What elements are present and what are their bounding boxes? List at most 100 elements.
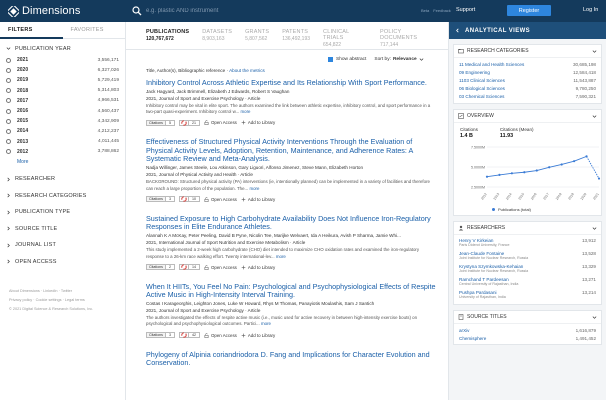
category-name[interactable]: 11 Medical and Health Sciences xyxy=(459,62,524,67)
about-metrics-link[interactable]: About the metrics xyxy=(229,68,265,73)
content-type-tab[interactable]: Grants 5,807,562 xyxy=(245,29,269,49)
add-to-library-button[interactable]: Add to Library xyxy=(241,333,275,338)
content-type-tab[interactable]: Publications 120,767,672 xyxy=(146,29,189,49)
more-link[interactable]: more xyxy=(249,186,259,191)
open-access-button[interactable]: Open Access xyxy=(204,197,237,202)
radio-button[interactable] xyxy=(6,57,11,63)
register-button[interactable]: Register xyxy=(507,5,551,16)
filter-section-header[interactable]: Publication Type xyxy=(0,204,125,221)
tab-favorites[interactable]: Favorites xyxy=(63,22,126,39)
footer-line[interactable]: About Dimensions · LinkedIn · Twitter xyxy=(9,287,119,296)
researcher-row[interactable]: Pushpa Pardasani 13,214 University of Raj… xyxy=(454,288,601,301)
source-row[interactable]: Chemisphere 1,491,452 xyxy=(454,334,601,342)
citation-badge[interactable]: Citations 3 xyxy=(146,332,175,339)
year-filter-row[interactable]: 2013 4,011,445 xyxy=(0,137,125,147)
filter-section-header[interactable]: Open Access xyxy=(0,253,125,270)
year-filter-row[interactable]: 2015 4,342,909 xyxy=(0,116,125,126)
source-name[interactable]: arXiv xyxy=(459,328,469,333)
researcher-row[interactable]: Krystyna Szymkowska-Kehaian 13,329 Joint … xyxy=(454,262,601,275)
search-icon[interactable] xyxy=(132,6,142,16)
filter-section-header[interactable]: Journal List xyxy=(0,237,125,254)
dimensions-logo[interactable]: Dimensions xyxy=(8,5,80,17)
content-type-tab[interactable]: Patents 136,492,193 xyxy=(282,29,310,49)
result-authors[interactable]: Alannah K A McKay, Peter Peeling, David … xyxy=(146,233,436,238)
radio-button[interactable] xyxy=(6,67,11,73)
radio-button[interactable] xyxy=(6,98,11,104)
altmetric-badge[interactable]: 21 xyxy=(178,119,200,126)
result-title[interactable]: Effectiveness of Structured Physical Act… xyxy=(146,138,436,164)
overview-header[interactable]: Overview xyxy=(454,110,601,123)
more-link[interactable]: more xyxy=(240,109,250,114)
year-filter-row[interactable]: 2018 5,314,803 xyxy=(0,86,125,96)
radio-button[interactable] xyxy=(6,88,11,94)
show-abstract-checkbox[interactable] xyxy=(328,57,333,62)
altmetric-badge[interactable]: 42 xyxy=(178,332,200,339)
radio-button[interactable] xyxy=(6,149,11,155)
category-name[interactable]: 06 Biological Sciences xyxy=(459,86,505,91)
filter-section-header[interactable]: Research Categories xyxy=(0,187,125,204)
more-link[interactable]: more xyxy=(261,321,271,326)
publication-year-header[interactable]: Publication Year xyxy=(0,42,125,55)
tab-filters[interactable]: Filters xyxy=(0,22,63,39)
support-link[interactable]: Support xyxy=(456,7,475,13)
year-filter-row[interactable]: 2012 3,788,862 xyxy=(0,147,125,157)
altmetric-badge[interactable]: 14 xyxy=(178,264,200,271)
year-filter-row[interactable]: 2016 4,560,437 xyxy=(0,106,125,116)
radio-button[interactable] xyxy=(6,108,11,114)
filter-section-header[interactable]: Researcher xyxy=(0,171,125,188)
filter-section-header[interactable]: Source Title xyxy=(0,220,125,237)
citation-badge[interactable]: Citations 2 xyxy=(146,264,175,271)
citation-badge[interactable]: Citations 5 xyxy=(146,119,175,126)
radio-button[interactable] xyxy=(6,139,11,145)
category-row[interactable]: 09 Engineering 12,584,418 xyxy=(454,68,601,76)
result-authors[interactable]: Nadja Willinger, James Steele, Lou Atkin… xyxy=(146,165,436,170)
open-access-button[interactable]: Open Access xyxy=(204,333,237,338)
open-access-button[interactable]: Open Access xyxy=(204,120,237,125)
source-row[interactable]: arXiv 1,616,879 xyxy=(454,326,601,334)
radio-button[interactable] xyxy=(6,118,11,124)
result-title[interactable]: Inhibitory Control Across Athletic Exper… xyxy=(146,78,436,88)
researcher-row[interactable]: Henry V Kirkeian 13,912 Paris Diderot Uni… xyxy=(454,236,601,249)
researchers-header[interactable]: Researchers xyxy=(454,222,601,235)
feedback-link[interactable]: Feedback xyxy=(433,8,451,13)
add-to-library-button[interactable]: Add to Library xyxy=(241,265,275,270)
year-filter-row[interactable]: 2019 5,729,419 xyxy=(0,75,125,85)
footer-line[interactable]: Privacy policy · Cookie settings · Legal… xyxy=(9,296,119,305)
result-authors[interactable]: Jack Hagyard, Jack Brimmell, Elizabeth J… xyxy=(146,89,436,94)
category-row[interactable]: 1103 Clinical Sciences 11,543,887 xyxy=(454,76,601,84)
result-title[interactable]: Sustained Exposure to High Carbohydrate … xyxy=(146,214,436,232)
citation-badge[interactable]: Citations 3 xyxy=(146,196,175,203)
add-to-library-button[interactable]: Add to Library xyxy=(241,120,275,125)
year-filter-row[interactable]: 2020 6,327,026 xyxy=(0,65,125,75)
altmetric-badge[interactable]: 10 xyxy=(178,196,200,203)
result-authors[interactable]: Costas I Karageorghis, Leighton Jones, L… xyxy=(146,301,436,306)
more-years-link[interactable]: More xyxy=(0,159,125,165)
category-row[interactable]: 11 Medical and Health Sciences 30,685,198 xyxy=(454,60,601,68)
research-categories-header[interactable]: Research Categories xyxy=(454,45,601,58)
open-access-button[interactable]: Open Access xyxy=(204,265,237,270)
content-type-tab[interactable]: Datasets 8,903,163 xyxy=(202,29,232,49)
add-to-library-button[interactable]: Add to Library xyxy=(241,197,275,202)
radio-button[interactable] xyxy=(6,128,11,134)
result-title[interactable]: When It HIITs, You Feel No Pain: Psychol… xyxy=(146,282,436,300)
category-row[interactable]: 03 Chemical Sciences 7,590,321 xyxy=(454,92,601,100)
source-name[interactable]: Chemisphere xyxy=(459,336,486,341)
result-title[interactable]: Phylogeny of Alpinia coriandriodora D. F… xyxy=(146,350,436,368)
year-filter-row[interactable]: 2017 4,966,531 xyxy=(0,96,125,106)
login-link[interactable]: Log In xyxy=(583,7,598,13)
researcher-row[interactable]: Ramchand T Pardeesan 13,271 Central Unive… xyxy=(454,275,601,288)
more-link[interactable]: more xyxy=(276,254,286,259)
analytical-views-header[interactable]: Analytical Views xyxy=(449,22,606,39)
sort-dropdown[interactable]: Sort by: Relevance xyxy=(374,57,427,62)
category-name[interactable]: 03 Chemical Sciences xyxy=(459,94,504,99)
year-filter-row[interactable]: 2014 4,212,237 xyxy=(0,126,125,136)
year-filter-row[interactable]: 2021 3,556,171 xyxy=(0,55,125,65)
beta-link[interactable]: Beta xyxy=(421,8,429,13)
content-type-tab[interactable]: Clinical Trials 654,822 xyxy=(323,29,367,49)
category-name[interactable]: 09 Engineering xyxy=(459,70,490,75)
researcher-row[interactable]: Jean-Claude Fontaine 13,528 Joint Institu… xyxy=(454,249,601,262)
search-input[interactable] xyxy=(146,5,386,17)
radio-button[interactable] xyxy=(6,77,11,83)
category-row[interactable]: 06 Biological Sciences 9,780,250 xyxy=(454,84,601,92)
content-type-tab[interactable]: Policy Documents 717,144 xyxy=(380,29,435,49)
